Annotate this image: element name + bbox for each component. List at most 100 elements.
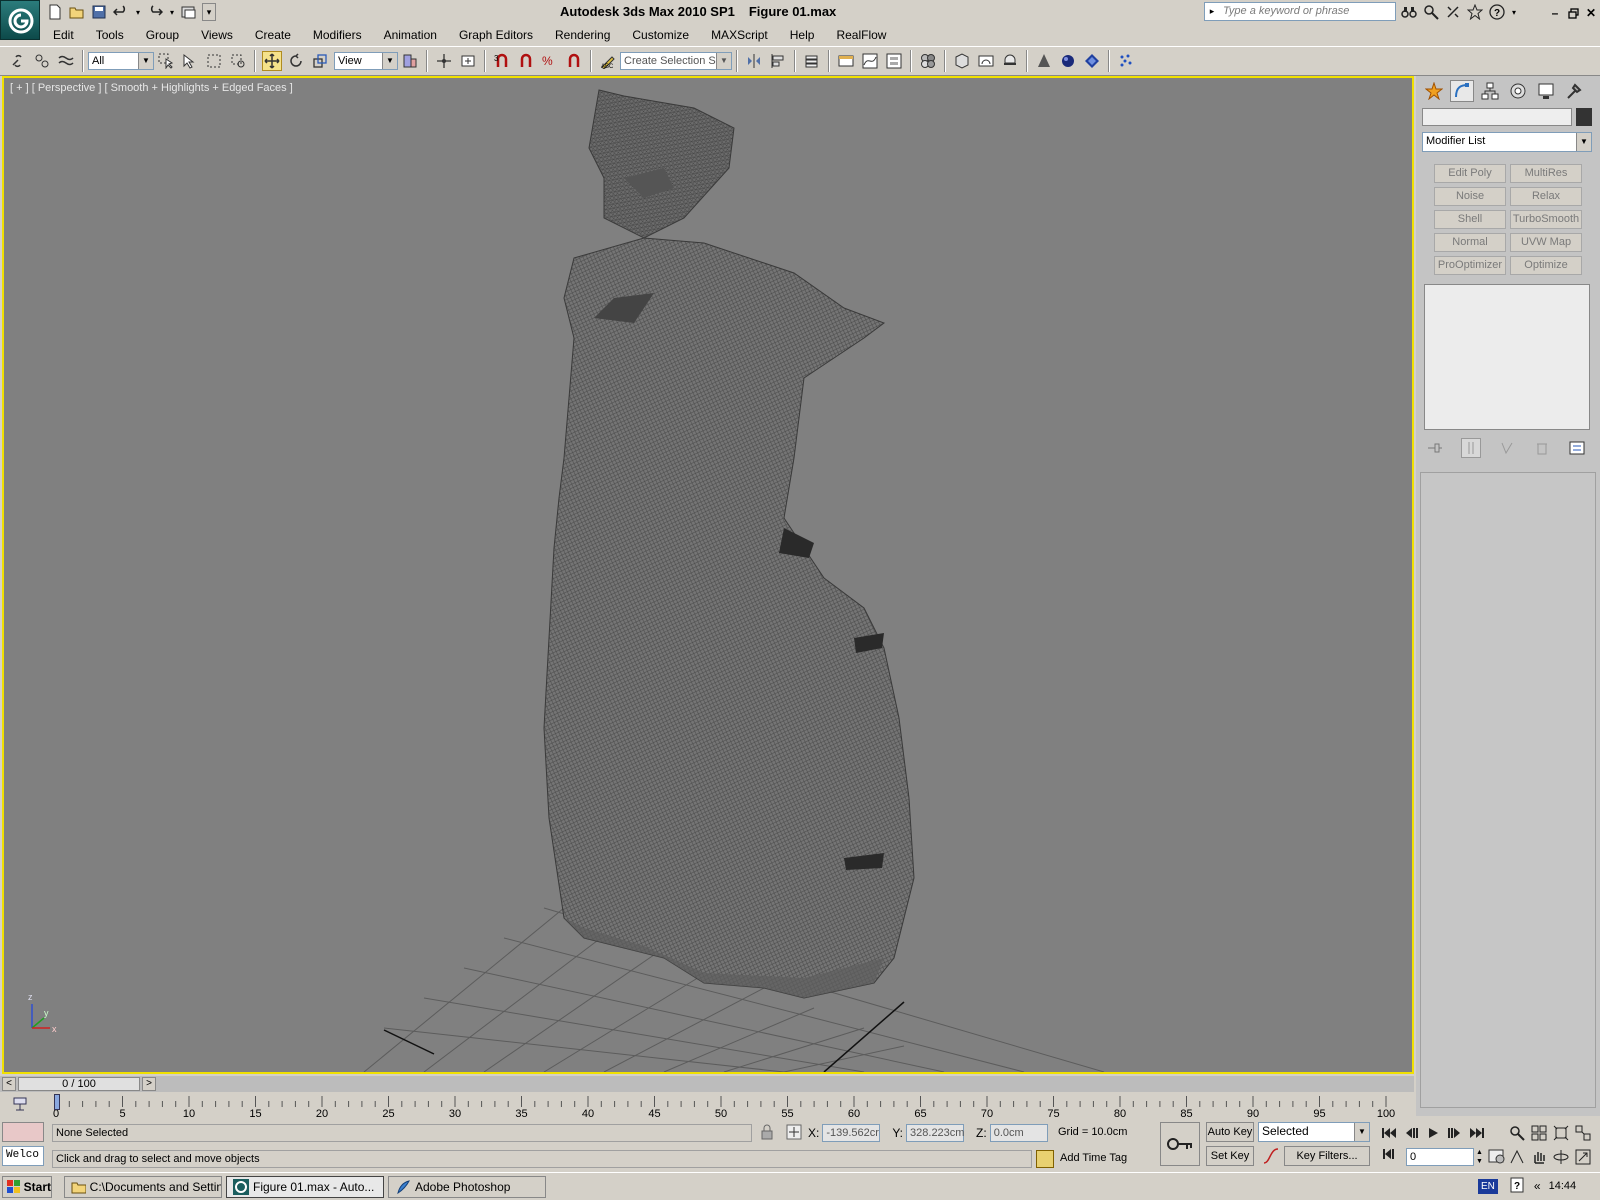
manipulate-icon[interactable]	[434, 51, 454, 71]
set-key-button[interactable]: Set Key	[1206, 1146, 1254, 1166]
app-menu-button[interactable]	[0, 0, 40, 40]
taskbar-3dsmax[interactable]: Figure 01.max - Auto...	[226, 1175, 384, 1198]
select-and-move-icon[interactable]	[262, 51, 282, 71]
current-frame-field[interactable]: 0	[1406, 1148, 1474, 1166]
menu-customize[interactable]: Customize	[621, 26, 700, 44]
percent-snap-icon[interactable]: %	[540, 51, 560, 71]
normal-button[interactable]: Normal	[1434, 233, 1506, 252]
start-button[interactable]: Start	[2, 1175, 52, 1198]
menu-maxscript[interactable]: MAXScript	[700, 26, 779, 44]
chevron-down-icon[interactable]: ▾	[1510, 3, 1518, 21]
pin-stack-icon[interactable]	[1426, 439, 1444, 457]
help-tray-icon[interactable]: ?	[1510, 1177, 1524, 1196]
qat-dropdown-icon[interactable]: ▾	[202, 3, 216, 21]
selection-filter-dropdown[interactable]: All ▼	[88, 52, 154, 70]
menu-graph-editors[interactable]: Graph Editors	[448, 26, 544, 44]
show-end-result-icon[interactable]	[1461, 438, 1481, 458]
link-icon[interactable]	[8, 51, 28, 71]
search-input[interactable]: Type a keyword or phrase	[1204, 2, 1396, 21]
chevron-down-icon[interactable]: ▾	[134, 3, 142, 21]
realflow-emitter-icon[interactable]	[1034, 51, 1054, 71]
tray-expand-chevron[interactable]: «	[1534, 1179, 1541, 1193]
search-expand-icon[interactable]: ▸	[1206, 2, 1218, 21]
previous-key-icon[interactable]	[1402, 1124, 1420, 1142]
next-key-icon[interactable]	[1446, 1124, 1464, 1142]
uvw-map-button[interactable]: UVW Map	[1510, 233, 1582, 252]
create-tab-icon[interactable]	[1422, 80, 1446, 102]
time-configuration-icon[interactable]	[1488, 1147, 1506, 1168]
menu-edit[interactable]: Edit	[42, 26, 85, 44]
select-and-rotate-icon[interactable]	[286, 51, 306, 71]
spinner-snap-icon[interactable]	[564, 51, 584, 71]
bind-spacewarp-icon[interactable]	[56, 51, 76, 71]
layer-manager-icon[interactable]	[802, 51, 822, 71]
window-crossing-icon[interactable]	[228, 51, 248, 71]
project-folder-icon[interactable]	[180, 3, 198, 21]
object-color-swatch[interactable]	[1576, 108, 1592, 126]
render-setup-icon[interactable]	[952, 51, 972, 71]
realflow-diamond-icon[interactable]	[1082, 51, 1102, 71]
angle-snap-icon[interactable]	[516, 51, 536, 71]
current-frame-marker[interactable]	[54, 1094, 60, 1110]
prooptimizer-button[interactable]: ProOptimizer	[1434, 256, 1506, 275]
menu-views[interactable]: Views	[190, 26, 244, 44]
render-production-icon[interactable]	[1000, 51, 1020, 71]
snaps-toggle-icon[interactable]: 3	[492, 51, 512, 71]
maxscript-listener-pink[interactable]	[2, 1122, 44, 1142]
turbosmooth-button[interactable]: TurboSmooth	[1510, 210, 1582, 229]
new-file-icon[interactable]	[46, 3, 64, 21]
restore-icon[interactable]	[1566, 4, 1580, 22]
menu-realflow[interactable]: RealFlow	[825, 26, 897, 44]
go-to-end-icon[interactable]	[1468, 1124, 1486, 1142]
motion-tab-icon[interactable]	[1506, 80, 1530, 102]
mini-curve-editor-icon[interactable]	[12, 1096, 30, 1117]
reference-coord-dropdown[interactable]: View ▼	[334, 52, 398, 70]
default-in-out-tangent-icon[interactable]	[1262, 1147, 1280, 1168]
z-coordinate-field[interactable]: 0.0cm	[989, 1124, 1048, 1142]
go-to-start-icon[interactable]	[1380, 1124, 1398, 1142]
save-icon[interactable]	[90, 3, 108, 21]
taskbar-explorer[interactable]: C:\Documents and Settin...	[64, 1175, 222, 1198]
open-file-icon[interactable]	[68, 3, 86, 21]
taskbar-photoshop[interactable]: Adobe Photoshop	[388, 1175, 546, 1198]
undo-icon[interactable]	[112, 3, 130, 21]
configure-modifier-sets-icon[interactable]	[1568, 439, 1586, 457]
zoom-all-icon[interactable]	[1530, 1124, 1548, 1142]
y-coordinate-field[interactable]: 328.223cm	[906, 1124, 964, 1142]
orbit-icon[interactable]	[1552, 1148, 1570, 1166]
schematic-view-icon[interactable]	[884, 51, 904, 71]
frame-spinner[interactable]: ▲ ▼	[1476, 1148, 1484, 1166]
align-icon[interactable]	[768, 51, 788, 71]
chevron-down-icon[interactable]: ▾	[168, 3, 176, 21]
rect-selection-region-icon[interactable]	[204, 51, 224, 71]
next-frame-button[interactable]: >	[142, 1077, 156, 1091]
time-slider-thumb[interactable]: 0 / 100	[18, 1077, 140, 1091]
menu-rendering[interactable]: Rendering	[544, 26, 621, 44]
utilities-tab-icon[interactable]	[1562, 80, 1586, 102]
help-icon[interactable]: ?	[1488, 3, 1506, 21]
menu-group[interactable]: Group	[135, 26, 190, 44]
add-time-tag-button[interactable]: Add Time Tag	[1060, 1152, 1127, 1164]
realflow-particles-icon[interactable]	[1116, 51, 1136, 71]
key-mode-dropdown[interactable]: Selected ▼	[1258, 1122, 1370, 1142]
set-keys-button[interactable]	[1160, 1122, 1200, 1166]
modifier-stack[interactable]	[1424, 284, 1590, 430]
hierarchy-tab-icon[interactable]	[1478, 80, 1502, 102]
close-icon[interactable]: ✕	[1584, 4, 1598, 22]
perspective-viewport[interactable]: [ + ] [ Perspective ] [ Smooth + Highlig…	[2, 76, 1414, 1074]
material-editor-icon[interactable]	[918, 51, 938, 71]
time-slider[interactable]: < 0 / 100 >	[2, 1076, 158, 1092]
noise-button[interactable]: Noise	[1434, 187, 1506, 206]
modify-tab-icon[interactable]	[1450, 80, 1474, 102]
menu-create[interactable]: Create	[244, 26, 302, 44]
realflow-sphere-icon[interactable]	[1058, 51, 1078, 71]
time-tag-icon[interactable]	[1036, 1150, 1054, 1168]
track-ruler[interactable]: 0 5 10 15 20 25 30 35 40 45 50 55 60 65 70 75 80 85 90 95 10…	[53, 1094, 1410, 1120]
field-of-view-icon[interactable]	[1508, 1148, 1526, 1166]
absolute-transform-icon[interactable]	[786, 1124, 802, 1143]
shell-button[interactable]: Shell	[1434, 210, 1506, 229]
menu-modifiers[interactable]: Modifiers	[302, 26, 373, 44]
graphite-ribbon-icon[interactable]	[836, 51, 856, 71]
rendered-frame-window-icon[interactable]	[976, 51, 996, 71]
mirror-icon[interactable]	[744, 51, 764, 71]
